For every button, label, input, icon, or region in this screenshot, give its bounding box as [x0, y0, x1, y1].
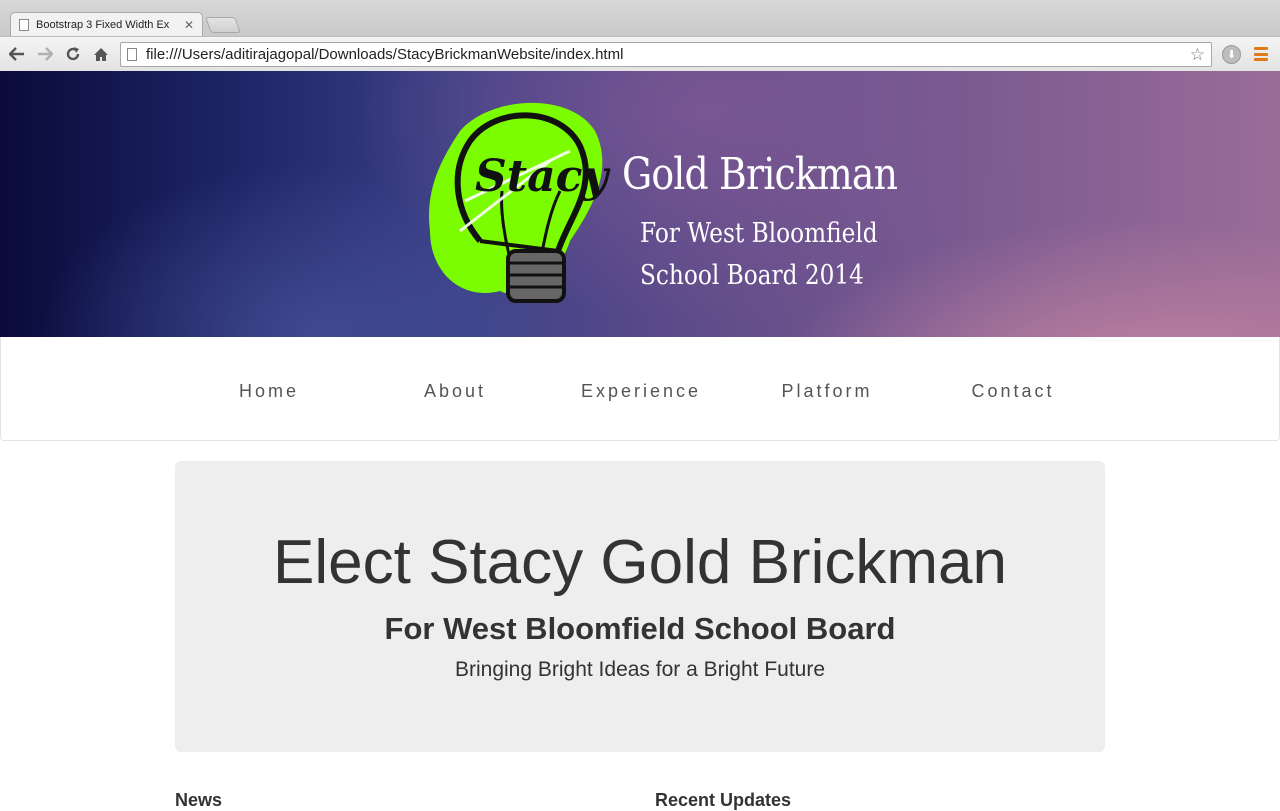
brand-name: Gold Brickman: [622, 149, 898, 200]
brand-line-2: School Board 2014: [640, 260, 864, 291]
new-tab-button[interactable]: [205, 17, 241, 33]
main-nav: Home About Experience Platform Contact: [0, 337, 1280, 441]
page-icon: [19, 18, 29, 31]
tab-title: Bootstrap 3 Fixed Width Ex: [36, 18, 170, 31]
tab-strip: Bootstrap 3 Fixed Width Ex ✕: [0, 0, 1280, 36]
file-icon: [127, 48, 137, 61]
reload-icon[interactable]: [62, 43, 84, 65]
extension-icon[interactable]: ⬇: [1222, 45, 1241, 64]
close-icon[interactable]: ✕: [184, 18, 194, 32]
lightbulb-logo: Stacy: [429, 102, 611, 303]
back-icon[interactable]: [6, 43, 28, 65]
bookmark-star-icon[interactable]: ☆: [1190, 45, 1205, 65]
jumbotron: Elect Stacy Gold Brickman For West Bloom…: [175, 461, 1105, 752]
news-heading: News: [175, 790, 223, 810]
menu-icon[interactable]: [1254, 47, 1268, 61]
home-icon[interactable]: [90, 43, 112, 65]
nav-about[interactable]: About: [424, 381, 486, 402]
hero-title: Elect Stacy Gold Brickman: [273, 528, 1007, 597]
nav-home[interactable]: Home: [239, 381, 299, 402]
browser-tab[interactable]: Bootstrap 3 Fixed Width Ex ✕: [10, 12, 203, 36]
brand-line-1: For West Bloomfield: [640, 218, 878, 249]
nav-platform[interactable]: Platform: [781, 381, 872, 402]
recent-updates-heading: Recent Updates: [655, 790, 792, 810]
browser-chrome: Bootstrap 3 Fixed Width Ex ✕ file:///Use…: [0, 0, 1280, 71]
hero-subtitle: For West Bloomfield School Board: [384, 611, 896, 646]
browser-toolbar: file:///Users/aditirajagopal/Downloads/S…: [0, 36, 1280, 71]
address-bar[interactable]: file:///Users/aditirajagopal/Downloads/S…: [120, 42, 1212, 67]
header-banner: Stacy Gold Brickman For West Bloomfield …: [0, 71, 1280, 337]
nav-experience[interactable]: Experience: [581, 381, 701, 402]
url-text: file:///Users/aditirajagopal/Downloads/S…: [146, 46, 624, 63]
forward-icon[interactable]: [34, 43, 56, 65]
logo-text: Stacy: [475, 151, 611, 202]
hero-tagline: Bringing Bright Ideas for a Bright Futur…: [454, 658, 826, 681]
nav-contact[interactable]: Contact: [971, 381, 1054, 402]
